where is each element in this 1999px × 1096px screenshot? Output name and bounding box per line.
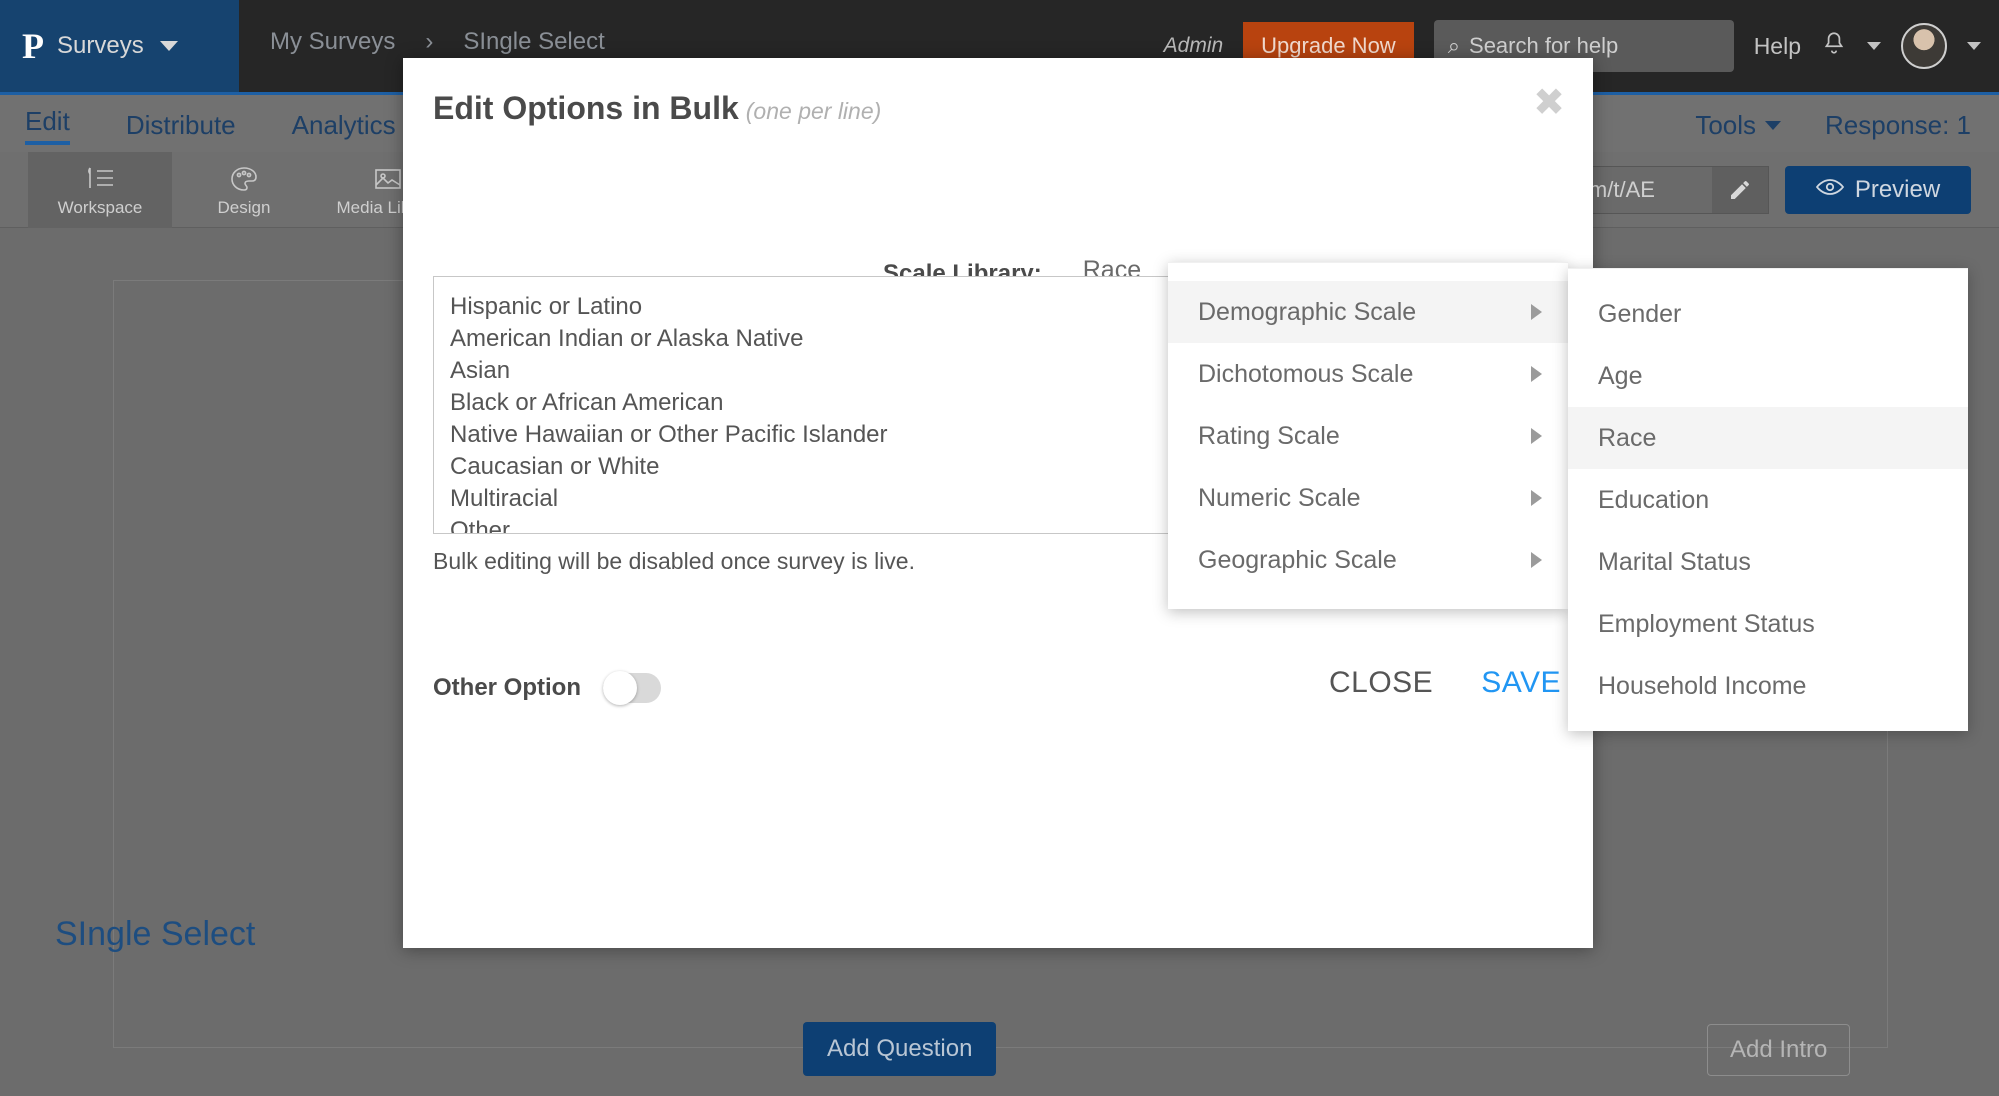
dialog-title: Edit Options in Bulk (one per line) <box>433 90 881 127</box>
menu-item-label: Dichotomous Scale <box>1198 359 1414 388</box>
toolbar-item-workspace[interactable]: Workspace <box>28 152 172 228</box>
submenu-item-employment-status[interactable]: Employment Status <box>1568 593 1968 655</box>
breadcrumb-my-surveys[interactable]: My Surveys <box>270 28 395 56</box>
eye-icon <box>1815 176 1844 204</box>
search-placeholder: Search for help <box>1469 33 1619 58</box>
menu-item-label: Demographic Scale <box>1198 297 1417 326</box>
dialog-actions: CLOSE SAVE <box>1329 666 1561 700</box>
add-intro-button[interactable]: Add Intro <box>1707 1024 1851 1076</box>
dialog-title-hint: (one per line) <box>745 98 882 124</box>
toolbar-label-workspace: Workspace <box>57 197 143 217</box>
toolbar-items: Workspace Design Media Library <box>28 152 460 228</box>
menu-item-label: Race <box>1598 423 1657 452</box>
palette-icon <box>228 163 260 195</box>
menu-item-geographic-scale[interactable]: Geographic Scale <box>1168 529 1568 591</box>
menu-item-label: Age <box>1598 361 1643 390</box>
brand-home-button[interactable]: P Surveys <box>0 0 239 92</box>
submenu-item-gender[interactable]: Gender <box>1568 283 1968 345</box>
chevron-right-icon <box>1531 366 1542 382</box>
menu-item-label: Employment Status <box>1598 609 1815 638</box>
account-chevron-down-icon[interactable] <box>1967 42 1981 50</box>
pencil-icon[interactable] <box>1712 167 1768 213</box>
tools-menu-button[interactable]: Tools <box>1695 109 1782 141</box>
pen-lines-icon <box>83 163 117 195</box>
menu-item-label: Education <box>1598 485 1710 514</box>
preview-label: Preview <box>1854 176 1941 203</box>
bulk-editing-note: Bulk editing will be disabled once surve… <box>433 548 915 574</box>
preview-button[interactable]: Preview <box>1785 166 1971 214</box>
other-option-row: Other Option <box>433 671 661 705</box>
chevron-down-icon <box>1765 120 1782 130</box>
image-icon <box>372 163 404 195</box>
avatar[interactable] <box>1901 23 1947 69</box>
submenu-item-education[interactable]: Education <box>1568 469 1968 531</box>
response-count: Response: 1 <box>1825 109 1971 140</box>
scale-library-menu: Demographic Scale Dichotomous Scale Rating… <box>1168 262 1568 609</box>
chevron-right-icon: › <box>425 28 434 55</box>
submenu-item-marital-status[interactable]: Marital Status <box>1568 531 1968 593</box>
other-option-label: Other Option <box>433 674 581 701</box>
submenu-item-race[interactable]: Race <box>1568 407 1968 469</box>
tools-label: Tools <box>1695 109 1757 140</box>
brand-label: Surveys <box>57 32 144 59</box>
logo-icon: P <box>22 26 44 66</box>
search-icon: ⌕ <box>1447 33 1461 58</box>
chevron-right-icon <box>1531 304 1542 320</box>
menu-item-label: Marital Status <box>1598 547 1751 576</box>
menu-item-demographic-scale[interactable]: Demographic Scale <box>1168 281 1568 343</box>
chevron-down-icon <box>159 41 178 51</box>
other-option-toggle[interactable] <box>602 671 661 705</box>
toolbar-item-design[interactable]: Design <box>172 152 316 228</box>
submenu-item-age[interactable]: Age <box>1568 345 1968 407</box>
close-icon[interactable]: ✖ <box>1533 84 1565 122</box>
help-link[interactable]: Help <box>1754 33 1801 60</box>
menu-item-label: Household Income <box>1598 671 1807 700</box>
toolbar-label-design: Design <box>217 197 271 217</box>
question-title: SIngle Select <box>55 915 256 953</box>
tab-edit[interactable]: Edit <box>25 106 70 145</box>
admin-link[interactable]: Admin <box>1164 34 1224 58</box>
breadcrumb-current-survey[interactable]: SIngle Select <box>463 28 604 56</box>
menu-item-label: Geographic Scale <box>1198 545 1397 574</box>
menu-item-rating-scale[interactable]: Rating Scale <box>1168 405 1568 467</box>
submenu-item-household-income[interactable]: Household Income <box>1568 655 1968 717</box>
tab-distribute[interactable]: Distribute <box>126 110 236 141</box>
menu-item-dichotomous-scale[interactable]: Dichotomous Scale <box>1168 343 1568 405</box>
section-nav-right: Tools Response: 1 <box>1695 95 1971 155</box>
close-button[interactable]: CLOSE <box>1329 666 1433 700</box>
chevron-right-icon <box>1531 490 1542 506</box>
menu-item-label: Rating Scale <box>1198 421 1340 450</box>
bell-icon[interactable] <box>1821 29 1847 64</box>
chevron-right-icon <box>1531 552 1542 568</box>
section-nav-items: Edit Distribute Analytics <box>25 95 396 155</box>
breadcrumb: My Surveys › SIngle Select <box>270 28 605 56</box>
menu-item-label: Numeric Scale <box>1198 483 1361 512</box>
toggle-knob <box>602 671 637 705</box>
menu-item-numeric-scale[interactable]: Numeric Scale <box>1168 467 1568 529</box>
save-button[interactable]: SAVE <box>1481 666 1561 700</box>
notifications-chevron-down-icon[interactable] <box>1867 42 1881 50</box>
dialog-title-text: Edit Options in Bulk <box>433 90 739 126</box>
add-question-button[interactable]: Add Question <box>803 1022 997 1076</box>
tab-analytics[interactable]: Analytics <box>292 110 396 141</box>
menu-item-label: Gender <box>1598 299 1682 328</box>
demographic-scale-submenu: Gender Age Race Education Marital Status Empl… <box>1568 268 1968 731</box>
chevron-right-icon <box>1531 428 1542 444</box>
